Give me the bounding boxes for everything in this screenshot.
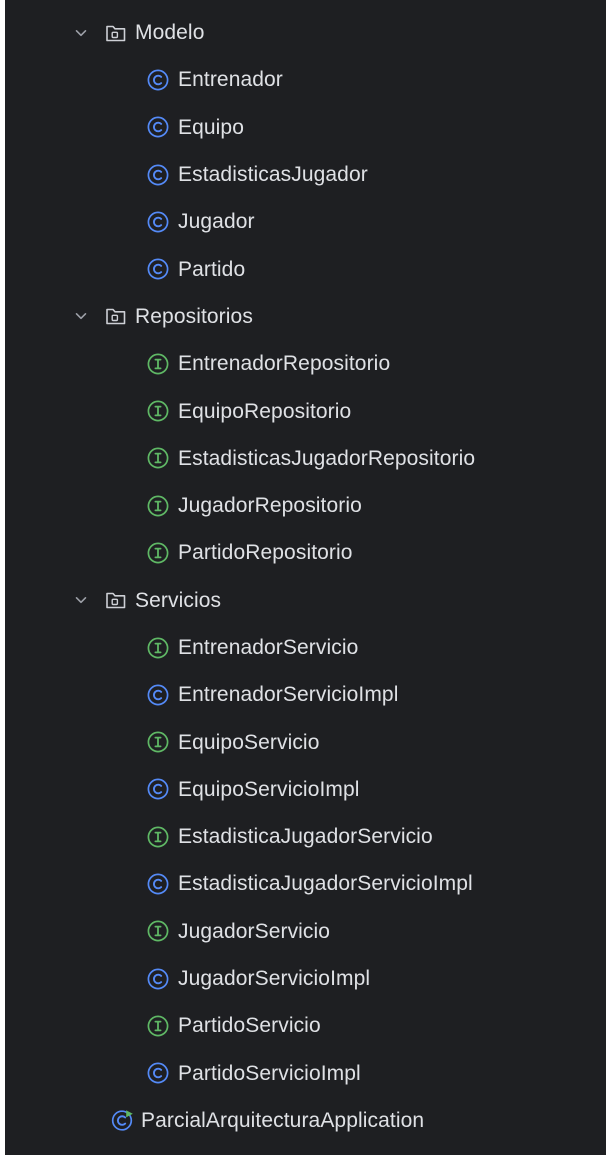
tree-item-label: ParcialArquitecturaApplication [141, 1108, 425, 1132]
folder-package-icon [106, 309, 126, 325]
tree-item-label: EquipoRepositorio [178, 399, 352, 423]
interface-icon [147, 1015, 169, 1037]
interface-icon [147, 920, 169, 942]
tree-item-label: EstadisticaJugadorServicio [178, 825, 433, 849]
tree-item-label: EstadisticasJugador [178, 163, 368, 187]
class-icon [147, 164, 169, 185]
tree-item-partido-servicio[interactable]: PartidoServicio [5, 1002, 606, 1049]
spring-boot-class-icon [111, 1110, 133, 1132]
chevron-down-icon[interactable] [74, 309, 88, 323]
tree-item-label: Servicios [135, 588, 222, 612]
tree-item-estadistica-jugador-servicio[interactable]: EstadisticaJugadorServicio [5, 813, 606, 860]
interface-icon [147, 495, 169, 517]
class-icon [147, 69, 169, 91]
tree-item-estadisticas-jugador-repositorio[interactable]: EstadisticasJugadorRepositorio [5, 435, 606, 482]
tree-item-entrenador-servicio[interactable]: EntrenadorServicio [5, 624, 606, 671]
interface-icon [147, 731, 169, 753]
tree-item-label: PartidoRepositorio [178, 541, 353, 565]
tree-item-partido-servicio-impl[interactable]: PartidoServicioImpl [5, 1050, 606, 1097]
tree-item-equipo-repositorio[interactable]: EquipoRepositorio [5, 387, 606, 434]
tree-item-entrenador-servicio-impl[interactable]: EntrenadorServicioImpl [5, 671, 606, 718]
tree-item-label: PartidoServicio [178, 1014, 321, 1038]
tree-item-equipo-servicio-impl[interactable]: EquipoServicioImpl [5, 766, 606, 813]
interface-icon [147, 400, 169, 422]
tree-item-label: EquipoServicioImpl [178, 777, 360, 801]
tree-item-label: EstadisticaJugadorServicioImpl [178, 872, 473, 896]
class-icon [147, 116, 169, 138]
class-icon [147, 684, 169, 706]
interface-icon [147, 353, 169, 375]
tree-item-label: EquipoServicio [178, 730, 320, 754]
tree-item-label: Partido [178, 257, 246, 281]
tree-folder-modelo[interactable]: Modelo [5, 9, 606, 56]
tree-item-entrenador[interactable]: Entrenador [5, 56, 606, 103]
class-icon [147, 873, 169, 895]
interface-icon [147, 826, 169, 848]
project-tree: Modelo Entrenador Equipo EstadisticasJugado… [5, 9, 606, 1144]
tree-item-label: Modelo [135, 21, 205, 45]
tree-item-parcial-arquitectura-application[interactable]: ParcialArquitecturaApplication [5, 1097, 606, 1144]
tree-folder-repositorios[interactable]: Repositorios [5, 293, 606, 340]
tree-item-label: JugadorRepositorio [178, 494, 362, 518]
tree-item-label: JugadorServicioImpl [178, 967, 371, 991]
folder-package-icon [106, 592, 126, 609]
tree-item-label: EntrenadorServicio [178, 636, 359, 659]
class-icon [147, 258, 169, 280]
chevron-down-icon[interactable] [74, 593, 88, 607]
tree-item-label: EntrenadorRepositorio [178, 352, 391, 376]
class-icon [147, 1062, 169, 1084]
project-tree-panel: Modelo Entrenador Equipo EstadisticasJugado… [5, 0, 606, 1155]
class-icon [147, 211, 169, 233]
tree-item-entrenador-repositorio[interactable]: EntrenadorRepositorio [5, 340, 606, 387]
tree-item-label: EntrenadorServicioImpl [178, 683, 399, 707]
tree-item-label: Jugador [178, 210, 255, 234]
tree-item-jugador-repositorio[interactable]: JugadorRepositorio [5, 482, 606, 529]
interface-icon [147, 447, 169, 469]
tree-item-estadisticas-jugador[interactable]: EstadisticasJugador [5, 151, 606, 198]
tree-item-estadistica-jugador-servicio-impl[interactable]: EstadisticaJugadorServicioImpl [5, 860, 606, 907]
interface-icon [147, 542, 169, 564]
tree-item-equipo[interactable]: Equipo [5, 104, 606, 151]
tree-folder-servicios[interactable]: Servicios [5, 577, 606, 624]
tree-item-jugador-servicio[interactable]: JugadorServicio [5, 908, 606, 955]
folder-package-icon [106, 25, 126, 41]
tree-item-label: Entrenador [178, 68, 283, 92]
tree-item-partido-repositorio[interactable]: PartidoRepositorio [5, 529, 606, 576]
tree-item-equipo-servicio[interactable]: EquipoServicio [5, 718, 606, 765]
chevron-down-icon[interactable] [74, 26, 88, 40]
tree-item-label: JugadorServicio [178, 919, 331, 943]
tree-item-partido[interactable]: Partido [5, 245, 606, 292]
class-icon [147, 968, 169, 990]
interface-icon [147, 637, 169, 658]
tree-item-label: PartidoServicioImpl [178, 1061, 361, 1085]
tree-item-label: Equipo [178, 115, 244, 139]
class-icon [147, 778, 169, 800]
tree-item-jugador-servicio-impl[interactable]: JugadorServicioImpl [5, 955, 606, 1002]
tree-item-jugador[interactable]: Jugador [5, 198, 606, 245]
tree-item-label: EstadisticasJugadorRepositorio [178, 446, 476, 470]
tree-item-label: Repositorios [135, 304, 253, 328]
